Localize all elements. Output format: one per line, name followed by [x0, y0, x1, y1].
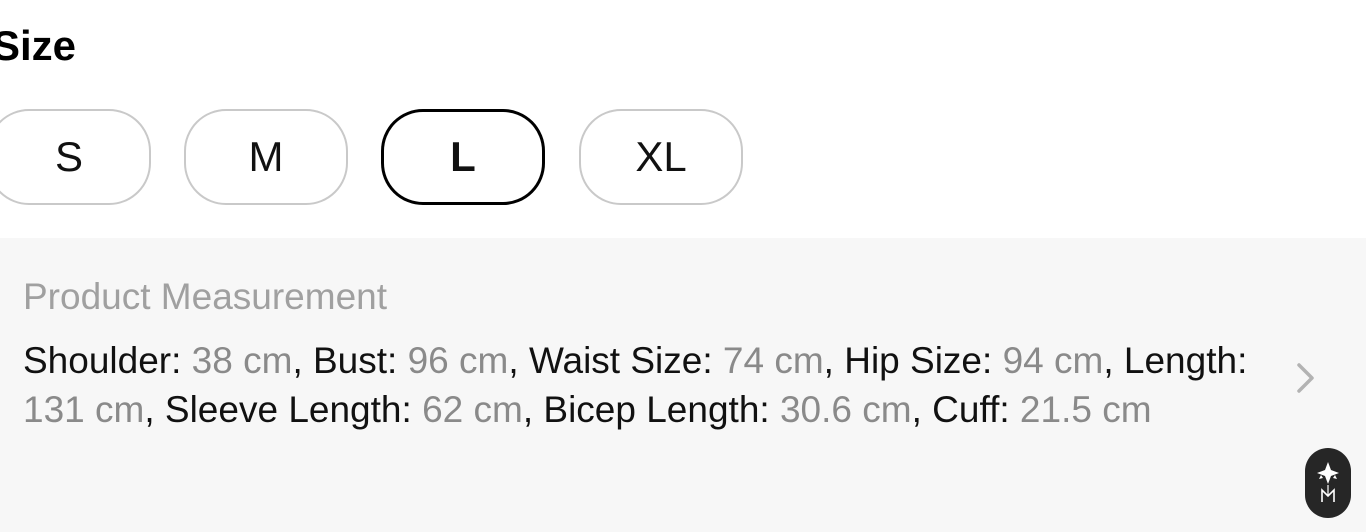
size-option-l[interactable]: L — [381, 109, 545, 205]
measurement-label: Bicep Length — [543, 389, 760, 430]
label-separator: : — [982, 340, 1003, 381]
label-separator: : — [759, 389, 780, 430]
measurement-value: 21.5 cm — [1019, 389, 1152, 430]
measurement-item-bicep-length: Bicep Length: 30.6 cm — [543, 389, 911, 430]
measurement-item-hip-size: Hip Size: 94 cm — [844, 340, 1103, 381]
measurement-label: Length — [1123, 340, 1238, 381]
label-separator: : — [1237, 340, 1248, 381]
measurement-value: 96 cm — [407, 340, 509, 381]
item-separator: , — [823, 340, 845, 381]
product-measurement-panel[interactable]: Product Measurement Shoulder: 38 cm, Bus… — [0, 238, 1366, 532]
label-separator: : — [999, 389, 1020, 430]
item-separator: , — [292, 340, 313, 381]
item-separator: , — [522, 389, 544, 430]
size-option-xl[interactable]: XL — [579, 109, 743, 205]
size-option-m[interactable]: M — [184, 109, 348, 205]
size-section-title: Size — [0, 22, 77, 69]
measurement-value: 30.6 cm — [779, 389, 912, 430]
measurement-value: 62 cm — [422, 389, 523, 430]
measurement-label: Cuff — [932, 389, 1000, 430]
floating-brand-button[interactable] — [1305, 448, 1351, 518]
measurement-value: 94 cm — [1002, 340, 1104, 381]
measurement-value: 38 cm — [191, 340, 293, 381]
label-separator: : — [171, 340, 192, 381]
measurement-item-waist-size: Waist Size: 74 cm — [529, 340, 824, 381]
label-separator: : — [387, 340, 408, 381]
product-measurement-details: Shoulder: 38 cm, Bust: 96 cm, Waist Size… — [23, 336, 1248, 434]
brand-logo-icon — [1317, 462, 1339, 502]
measurement-item-sleeve-length: Sleeve Length: 62 cm — [165, 389, 523, 430]
label-separator: : — [401, 389, 423, 430]
product-measurement-title: Product Measurement — [23, 276, 388, 317]
chevron-right-icon[interactable] — [1294, 361, 1318, 395]
item-separator: , — [508, 340, 529, 381]
measurement-item-bust: Bust: 96 cm — [313, 340, 508, 381]
measurement-value: 131 cm — [23, 389, 145, 430]
measurement-label: Sleeve Length — [164, 389, 402, 430]
measurement-label: Shoulder — [23, 340, 172, 381]
item-separator: , — [911, 389, 933, 430]
measurement-label: Hip Size — [844, 340, 982, 381]
measurement-label: Bust — [313, 340, 388, 381]
measurement-label: Waist Size — [528, 340, 703, 381]
label-separator: : — [702, 340, 723, 381]
measurement-value: 74 cm — [722, 340, 824, 381]
measurement-item-shoulder: Shoulder: 38 cm — [23, 340, 292, 381]
size-selector-page: Size S M L XL Product Measurement Should… — [0, 0, 1366, 532]
item-separator: , — [1103, 340, 1124, 381]
measurement-item-cuff: Cuff: 21.5 cm — [932, 389, 1151, 430]
size-option-s[interactable]: S — [0, 109, 151, 205]
item-separator: , — [144, 389, 165, 430]
